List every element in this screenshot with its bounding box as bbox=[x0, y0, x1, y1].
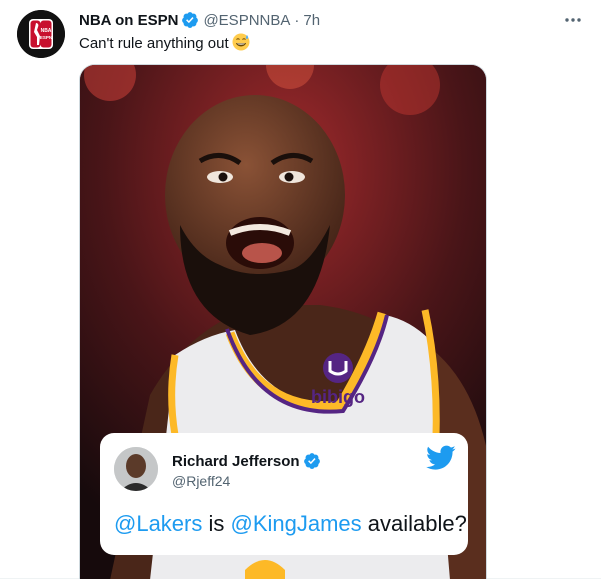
quoted-text-plain-1: is bbox=[202, 511, 231, 536]
jersey-sponsor-text: bibigo bbox=[311, 387, 365, 407]
tweet-text-content: Can't rule anything out bbox=[79, 35, 229, 52]
quoted-user-name-text: Richard Jefferson bbox=[172, 452, 300, 470]
mention-lakers: @Lakers bbox=[114, 511, 203, 536]
tweet-text: Can't rule anything out bbox=[79, 33, 250, 54]
svg-text:NBA: NBA bbox=[41, 28, 52, 34]
verified-badge-icon bbox=[303, 453, 320, 469]
svg-text:ESPN: ESPN bbox=[40, 35, 52, 40]
timestamp[interactable]: 7h bbox=[303, 12, 320, 29]
nba-espn-logo: NBA ESPN bbox=[17, 10, 65, 58]
quoted-tweet-text: @Lakers is @KingJames available? bbox=[114, 511, 467, 537]
more-options-icon[interactable] bbox=[562, 10, 584, 30]
tweet[interactable]: NBA ESPN NBA on ESPN @ESPNNBA · 7h Can't… bbox=[0, 0, 601, 579]
quoted-user-avatar bbox=[114, 447, 158, 491]
mention-kingjames: @KingJames bbox=[230, 511, 362, 536]
quoted-text-plain-2: available? bbox=[361, 511, 467, 536]
quoted-user-name: Richard Jefferson bbox=[172, 452, 321, 470]
tweet-header: NBA on ESPN @ESPNNBA · 7h bbox=[79, 10, 320, 30]
display-name[interactable]: NBA on ESPN bbox=[79, 12, 178, 29]
nba-espn-avatar[interactable]: NBA ESPN bbox=[17, 10, 65, 58]
user-handle[interactable]: @ESPNNBA bbox=[203, 12, 290, 29]
twitter-bird-icon bbox=[426, 445, 456, 470]
verified-badge-icon bbox=[182, 12, 199, 28]
quoted-user-handle: @Rjeff24 bbox=[172, 473, 231, 489]
tweet-media-image[interactable]: bibigo Richard Jefferson @Rjeff24 @Laker… bbox=[79, 64, 487, 579]
sweat-smile-emoji bbox=[232, 33, 250, 51]
quoted-tweet-card: Richard Jefferson @Rjeff24 @Lakers is @K… bbox=[100, 433, 468, 555]
separator-dot: · bbox=[294, 11, 300, 29]
